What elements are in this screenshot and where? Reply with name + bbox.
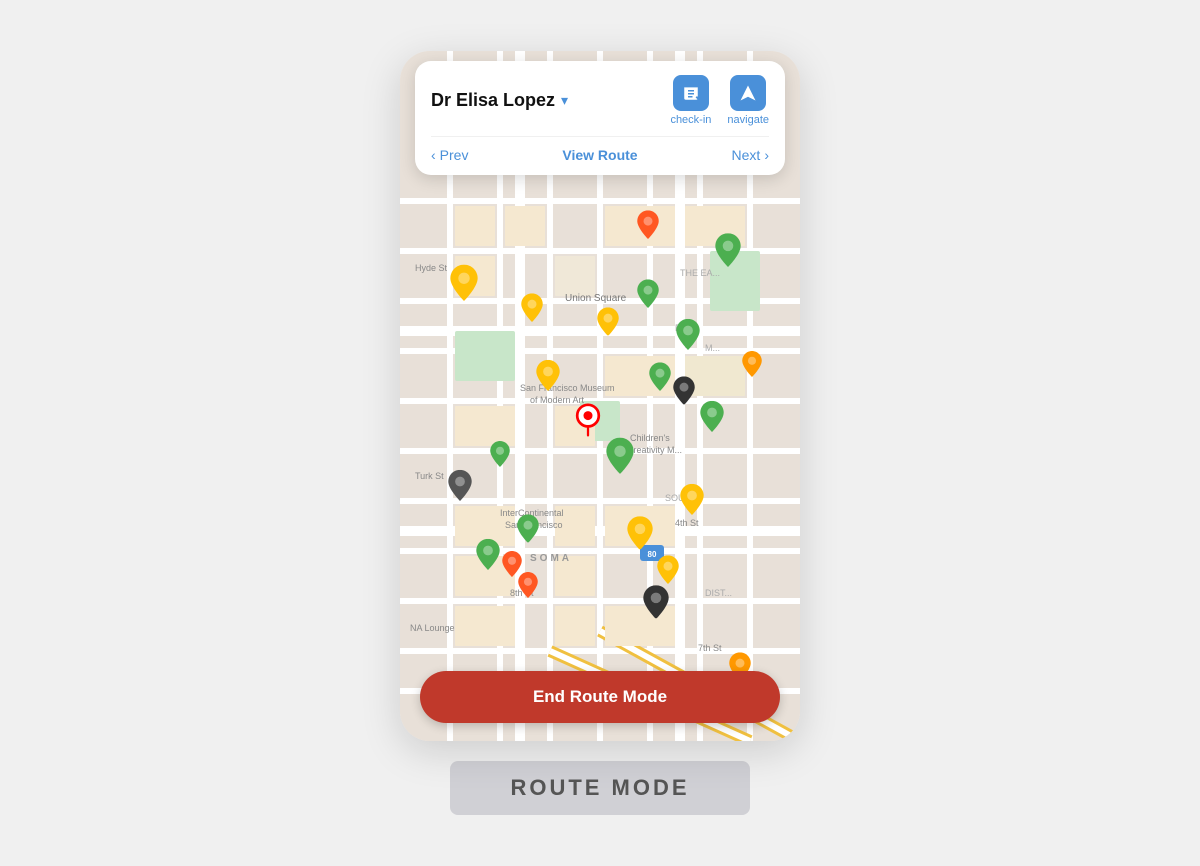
map-pin bbox=[450, 265, 478, 306]
map-pin bbox=[606, 437, 634, 478]
map-pin bbox=[649, 362, 671, 396]
map-pin bbox=[637, 280, 659, 314]
navigate-icon bbox=[730, 75, 766, 111]
map-pin bbox=[476, 539, 500, 575]
location-card: Dr Elisa Lopez ▾ bbox=[415, 61, 785, 175]
card-name-row: Dr Elisa Lopez ▾ bbox=[431, 90, 568, 111]
view-route-button[interactable]: View Route bbox=[562, 147, 637, 163]
map-pin bbox=[742, 351, 762, 382]
svg-text:DIST...: DIST... bbox=[705, 588, 732, 598]
svg-text:SOMA: SOMA bbox=[530, 553, 572, 564]
route-mode-banner: ROUTE MODE bbox=[450, 761, 749, 815]
map-pin bbox=[597, 307, 619, 341]
map-pin bbox=[517, 514, 539, 548]
map-pin bbox=[673, 376, 695, 410]
map-pin bbox=[570, 403, 606, 444]
map-pin bbox=[700, 401, 724, 437]
map-pin bbox=[680, 484, 704, 520]
phone-frame: Hyde St Union Square San Francisco Museu… bbox=[400, 51, 800, 741]
svg-text:Union Square: Union Square bbox=[565, 293, 627, 304]
next-button[interactable]: Next › bbox=[732, 147, 769, 163]
map-pin bbox=[643, 585, 669, 624]
navigate-button[interactable]: navigate bbox=[727, 75, 769, 126]
next-label: Next bbox=[732, 147, 761, 163]
navigate-label: navigate bbox=[727, 114, 769, 126]
card-actions: check-in navigate bbox=[670, 75, 769, 126]
card-top: Dr Elisa Lopez ▾ bbox=[431, 75, 769, 126]
route-mode-text: ROUTE MODE bbox=[510, 775, 689, 800]
location-name: Dr Elisa Lopez bbox=[431, 90, 555, 111]
card-nav-row: ‹ Prev View Route Next › bbox=[431, 136, 769, 163]
map-pin bbox=[676, 318, 700, 354]
svg-text:THE EA...: THE EA... bbox=[680, 268, 720, 278]
chevron-down-icon[interactable]: ▾ bbox=[561, 92, 568, 109]
map-pin bbox=[448, 470, 472, 506]
map-pin bbox=[627, 516, 653, 555]
map-pin bbox=[715, 233, 741, 272]
checkin-button[interactable]: check-in bbox=[670, 75, 711, 126]
prev-arrow: ‹ bbox=[431, 147, 436, 163]
svg-text:Children's: Children's bbox=[630, 433, 670, 443]
svg-text:San Francisco Museum: San Francisco Museum bbox=[520, 383, 615, 393]
svg-text:M...: M... bbox=[705, 343, 720, 353]
map-container: Hyde St Union Square San Francisco Museu… bbox=[400, 51, 800, 741]
map-pin bbox=[518, 572, 538, 603]
map-pin bbox=[490, 441, 510, 472]
map-pin bbox=[536, 360, 560, 396]
map-pin bbox=[637, 211, 659, 245]
prev-button[interactable]: ‹ Prev bbox=[431, 147, 468, 163]
svg-text:NA Lounge: NA Lounge bbox=[410, 623, 455, 633]
next-arrow: › bbox=[764, 147, 769, 163]
map-pin bbox=[521, 293, 543, 327]
svg-text:Turk St: Turk St bbox=[415, 471, 444, 481]
checkin-label: check-in bbox=[670, 114, 711, 126]
svg-text:Creativity M...: Creativity M... bbox=[627, 445, 682, 455]
svg-text:Hyde St: Hyde St bbox=[415, 263, 448, 273]
prev-label: Prev bbox=[440, 147, 469, 163]
end-route-button[interactable]: End Route Mode bbox=[420, 671, 780, 723]
svg-text:7th St: 7th St bbox=[698, 643, 722, 653]
checkin-icon bbox=[673, 75, 709, 111]
